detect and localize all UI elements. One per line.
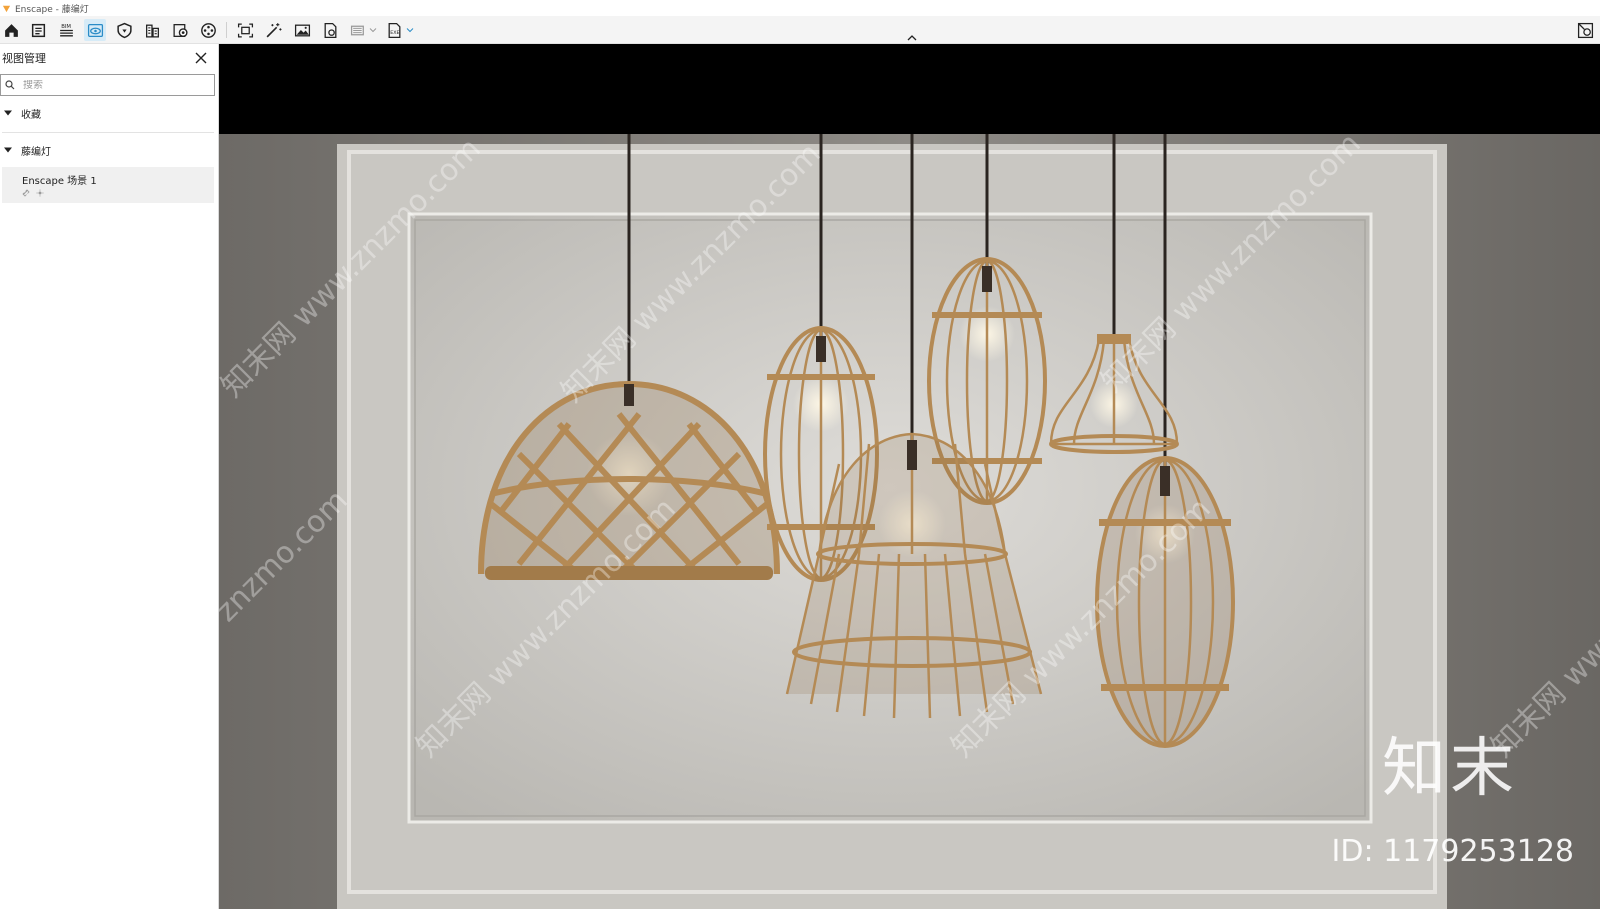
chevron-down-icon[interactable] <box>369 26 377 34</box>
building-icon[interactable] <box>141 19 163 41</box>
scene-group[interactable]: 藤编灯 <box>0 133 218 167</box>
caret-down-icon[interactable] <box>4 109 12 117</box>
screenshot-icon[interactable] <box>234 19 256 41</box>
watermark-brand: 知末 <box>1382 732 1518 806</box>
view-item[interactable]: Enscape 场景 1 <box>2 167 214 203</box>
watermark-id: ID: 1179253128 <box>1331 834 1574 869</box>
enscape-logo-icon <box>2 5 11 12</box>
sun-icon[interactable] <box>36 189 44 197</box>
chevron-down-icon[interactable] <box>406 26 414 34</box>
window-title: Enscape - 藤编灯 <box>15 4 89 15</box>
favorites-group[interactable]: 收藏 <box>0 96 218 130</box>
image-icon[interactable] <box>291 19 313 41</box>
render-batch-icon[interactable] <box>347 19 369 41</box>
bim-icon[interactable]: BIM <box>55 19 77 41</box>
film-reel-icon[interactable] <box>197 19 219 41</box>
eye-icon[interactable] <box>84 19 106 41</box>
magic-wand-icon[interactable] <box>262 19 284 41</box>
svg-text:EXE: EXE <box>390 30 399 36</box>
export-file-icon[interactable] <box>319 19 341 41</box>
shield-icon[interactable] <box>113 19 135 41</box>
main-toolbar: BIM EXE <box>0 16 1600 44</box>
view-management-panel: 视图管理 收藏 藤编灯 Enscape 场景 1 <box>0 44 219 909</box>
svg-text:BIM: BIM <box>61 23 71 29</box>
favorites-label: 收藏 <box>21 109 41 121</box>
toolbar-separator <box>226 22 227 38</box>
search-input[interactable] <box>23 79 203 91</box>
search-icon <box>5 80 15 90</box>
fullscreen-icon[interactable] <box>1574 19 1596 41</box>
close-icon[interactable] <box>194 51 208 65</box>
exe-export-icon[interactable]: EXE <box>383 19 405 41</box>
panel-title: 视图管理 <box>2 52 46 65</box>
title-bar: Enscape - 藤编灯 <box>0 0 1600 16</box>
panel-header: 视图管理 <box>0 44 218 72</box>
home-icon[interactable] <box>0 19 22 41</box>
document-icon[interactable] <box>27 19 49 41</box>
chevron-up-icon[interactable] <box>906 34 918 42</box>
camera-book-icon[interactable] <box>169 19 191 41</box>
caret-down-icon[interactable] <box>4 146 12 154</box>
link-icon[interactable] <box>22 189 30 197</box>
scene-group-label: 藤编灯 <box>21 146 51 158</box>
render-viewport[interactable]: 知末网 www.znzmo.com 知末网 www.znzmo.com 知末网 … <box>219 44 1600 909</box>
search-field[interactable] <box>0 74 215 96</box>
view-name: Enscape 场景 1 <box>22 176 97 187</box>
